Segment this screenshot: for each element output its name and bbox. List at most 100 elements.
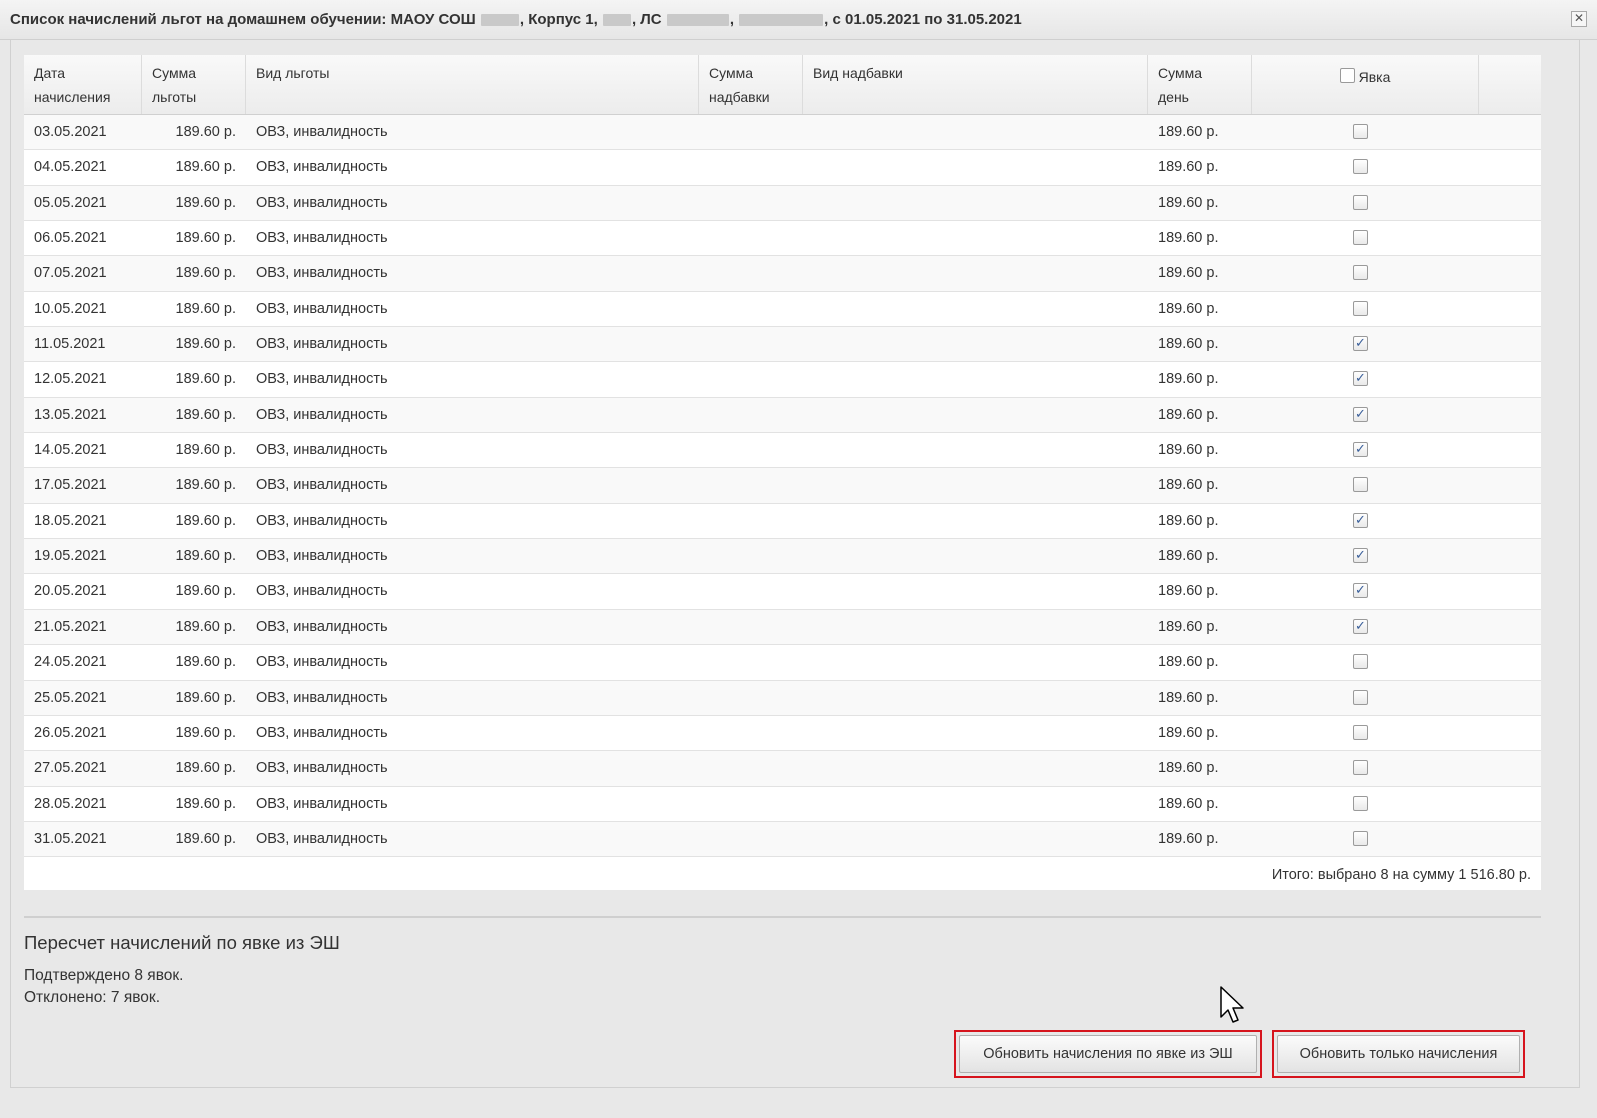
table-row[interactable]: 04.05.2021 189.60 р. ОВЗ, инвалидность 189.… [24,150,1541,186]
attendance-checkbox[interactable] [1353,194,1368,210]
header-attendance-label: Явка [1358,69,1391,85]
row-date: 21.05.2021 [34,618,107,635]
row-benefit-type: ОВЗ, инвалидность [256,336,388,353]
update-only-highlight: Обновить только начисления [1272,1030,1525,1078]
update-by-attendance-button[interactable]: Обновить начисления по явке из ЭШ [959,1035,1257,1073]
attendance-checkbox[interactable]: ✓ [1353,583,1368,599]
row-benefit-type: ОВЗ, инвалидность [256,300,388,317]
attendance-checkbox[interactable] [1353,795,1368,811]
attendance-checkbox[interactable]: ✓ [1353,548,1368,564]
row-day-sum: 189.60 р. [1158,336,1219,353]
table-row[interactable]: 13.05.2021 189.60 р. ОВЗ, инвалидность 189.… [24,397,1541,434]
attendance-checkbox[interactable] [1353,300,1368,316]
header-attendance: Явка [1252,55,1479,114]
row-benefit-sum: 189.60 р. [175,689,236,706]
section-divider [24,916,1541,918]
header-bonus-sum-label: Сумма [709,65,753,81]
row-day-sum: 189.60 р. [1158,689,1219,706]
row-date: 10.05.2021 [34,300,107,317]
table-row[interactable]: 21.05.2021 189.60 р. ОВЗ, инвалидность 189.… [24,609,1541,646]
row-day-sum: 189.60 р. [1158,300,1219,317]
attendance-checkbox[interactable]: ✓ [1353,371,1368,387]
table-row[interactable]: 25.05.2021 189.60 р. ОВЗ, инвалидность 189.… [24,680,1541,716]
mouse-cursor-icon [1220,986,1244,1023]
dialog-titlebar: Список начислений льгот на домашнем обуч… [0,0,1597,40]
attendance-checkbox[interactable] [1353,159,1368,175]
row-benefit-type: ОВЗ, инвалидность [256,583,388,600]
row-day-sum: 189.60 р. [1158,477,1219,494]
header-benefit-type[interactable]: Вид льготы [246,55,699,114]
row-benefit-type: ОВЗ, инвалидность [256,477,388,494]
table-row[interactable]: 31.05.2021 189.60 р. ОВЗ, инвалидность 189.… [24,821,1541,858]
attendance-checkbox[interactable]: ✓ [1353,406,1368,422]
table-row[interactable]: 18.05.2021 189.60 р. ОВЗ, инвалидность 189.… [24,504,1541,540]
attendance-checkbox[interactable] [1353,830,1368,846]
row-date: 31.05.2021 [34,830,107,847]
attendance-checkbox[interactable] [1353,265,1368,281]
row-benefit-type: ОВЗ, инвалидность [256,406,388,423]
table-row[interactable]: 12.05.2021 189.60 р. ОВЗ, инвалидность 189.… [24,362,1541,398]
row-day-sum: 189.60 р. [1158,795,1219,812]
confirmed-count: Подтверждено 8 явок. [24,967,184,984]
redacted-block [739,14,824,27]
title-part: , Корпус 1, [519,11,598,28]
recalc-section-title: Пересчет начислений по явке из ЭШ [24,932,340,953]
row-benefit-sum: 189.60 р. [175,124,236,140]
header-bonus-type-label: Вид надбавки [813,65,903,81]
select-all-checkbox[interactable] [1339,68,1355,83]
table-row[interactable]: 14.05.2021 189.60 р. ОВЗ, инвалидность 189.… [24,433,1541,469]
row-day-sum: 189.60 р. [1158,760,1219,777]
title-part: Список начислений льгот на домашнем обуч… [10,11,476,28]
attendance-checkbox[interactable] [1353,230,1368,246]
attendance-checkbox[interactable]: ✓ [1353,618,1368,634]
row-day-sum: 189.60 р. [1158,512,1219,529]
table-row[interactable]: 28.05.2021 189.60 р. ОВЗ, инвалидность 189.… [24,787,1541,822]
row-benefit-type: ОВЗ, инвалидность [256,194,388,211]
table-row[interactable]: 24.05.2021 189.60 р. ОВЗ, инвалидность 189.… [24,645,1541,681]
row-day-sum: 189.60 р. [1158,654,1219,671]
attendance-checkbox[interactable] [1353,124,1368,139]
row-benefit-sum: 189.60 р. [175,583,236,600]
attendance-checkbox[interactable] [1353,724,1368,740]
row-date: 19.05.2021 [34,548,107,565]
table-row[interactable]: 19.05.2021 189.60 р. ОВЗ, инвалидность 189.… [24,539,1541,575]
header-date[interactable]: Дата начисления [24,55,142,114]
table-row[interactable]: 26.05.2021 189.60 р. ОВЗ, инвалидность 189.… [24,716,1541,752]
row-day-sum: 189.60 р. [1158,194,1219,211]
table-row[interactable]: 10.05.2021 189.60 р. ОВЗ, инвалидность 189.… [24,292,1541,328]
table-row[interactable]: 05.05.2021 189.60 р. ОВЗ, инвалидность 189.… [24,185,1541,222]
row-day-sum: 189.60 р. [1158,548,1219,565]
attendance-checkbox[interactable] [1353,477,1368,493]
row-date: 14.05.2021 [34,442,107,459]
header-bonus-type[interactable]: Вид надбавки [803,55,1148,114]
row-benefit-type: ОВЗ, инвалидность [256,548,388,565]
table-row[interactable]: 17.05.2021 189.60 р. ОВЗ, инвалидность 189.… [24,468,1541,504]
attendance-checkbox[interactable] [1353,760,1368,776]
attendance-checkbox[interactable]: ✓ [1353,512,1368,528]
row-benefit-sum: 189.60 р. [175,336,236,353]
header-date-label: Дата [34,65,66,81]
header-bonus-sum[interactable]: Сумма надбавки [699,55,803,114]
attendance-checkbox[interactable]: ✓ [1353,336,1368,352]
table-row[interactable]: 27.05.2021 189.60 р. ОВЗ, инвалидность 189.… [24,751,1541,787]
row-benefit-sum: 189.60 р. [175,760,236,777]
row-date: 27.05.2021 [34,760,107,777]
header-day-sum[interactable]: Сумма день [1148,55,1252,114]
attendance-checkbox[interactable]: ✓ [1353,442,1368,458]
table-row[interactable]: 06.05.2021 189.60 р. ОВЗ, инвалидность 189.… [24,221,1541,257]
row-date: 11.05.2021 [34,336,106,353]
table-row[interactable]: 03.05.2021 189.60 р. ОВЗ, инвалидность 189.… [24,115,1541,151]
close-icon[interactable]: ✕ [1571,11,1587,27]
row-date: 17.05.2021 [34,477,107,494]
table-row[interactable]: 20.05.2021 189.60 р. ОВЗ, инвалидность 189.… [24,574,1541,610]
row-date: 28.05.2021 [34,795,107,812]
update-only-button[interactable]: Обновить только начисления [1277,1035,1520,1073]
row-benefit-sum: 189.60 р. [175,406,236,423]
attendance-checkbox[interactable] [1353,689,1368,705]
table-row[interactable]: 07.05.2021 189.60 р. ОВЗ, инвалидность 189.… [24,256,1541,292]
row-benefit-type: ОВЗ, инвалидность [256,760,388,777]
table-row[interactable]: 11.05.2021 189.60 р. ОВЗ, инвалидность 189.… [24,327,1541,363]
attendance-checkbox[interactable] [1353,654,1368,670]
row-day-sum: 189.60 р. [1158,724,1219,741]
header-benefit-sum[interactable]: Сумма льготы [142,55,246,114]
